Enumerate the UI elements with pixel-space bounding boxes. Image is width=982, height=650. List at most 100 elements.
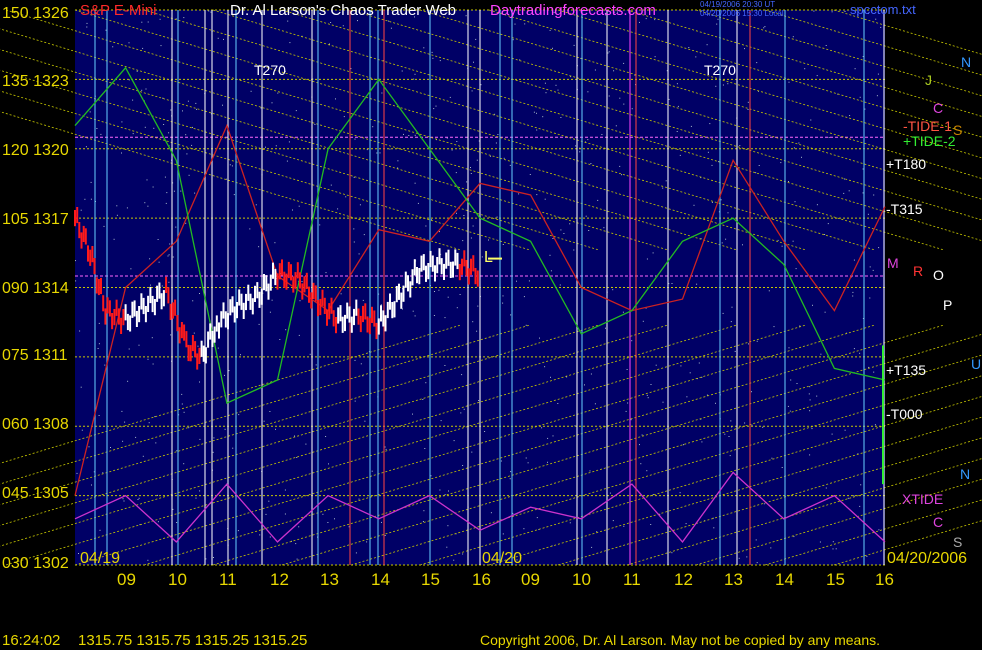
star-dot [141,89,143,91]
star-dot [747,101,749,103]
star-dot [425,225,427,227]
star-dot [98,415,100,416]
star-dot [298,334,300,336]
star-dot [449,96,451,98]
star-dot [849,115,851,116]
star-dot [470,237,472,239]
star-dot [550,270,552,272]
star-dot [763,27,765,29]
star-dot [631,340,633,342]
star-dot [161,285,163,287]
star-dot [423,510,425,512]
star-dot [224,374,225,376]
star-dot [299,300,301,302]
star-dot [585,215,587,217]
star-dot [764,26,766,28]
star-dot [110,447,111,448]
star-dot [328,463,329,465]
star-dot [788,81,790,83]
star-dot [720,199,722,201]
star-dot [542,116,544,118]
star-dot [706,394,708,396]
star-dot [727,212,729,214]
star-dot [545,92,547,94]
star-dot [446,546,448,548]
x-label-12b: 12 [674,570,693,589]
star-dot [560,117,562,118]
y-label-105: 105 1317 [2,211,69,228]
star-dot [579,151,581,153]
star-dot [872,269,874,271]
star-dot [116,214,118,216]
star-dot [502,295,504,297]
x-label-14b: 14 [775,570,794,589]
star-dot [639,21,640,23]
chart-title: Dr. Al Larson's Chaos Trader Web [230,2,457,19]
stamp-line-2: 04/20/2006 15:30 Local [700,9,784,18]
star-dot [224,428,226,430]
star-dot [237,530,239,532]
star-dot [547,461,548,463]
star-dot [440,420,442,422]
star-dot [397,167,399,169]
date-label-full: 04/20/2006 [887,550,968,567]
star-dot [296,558,298,560]
star-dot [447,296,449,298]
star-dot [756,562,758,564]
star-dot [676,83,678,85]
star-dot [222,104,223,106]
star-dot [285,329,287,331]
star-dot [163,124,165,125]
star-dot [147,205,149,207]
star-dot [217,37,219,39]
star-dot [284,513,286,515]
star-dot [432,57,434,59]
star-dot [790,379,792,381]
star-dot [414,315,416,317]
star-dot [96,128,98,129]
star-dot [263,420,265,422]
star-dot [646,470,648,472]
star-dot [709,123,711,125]
x-label-09a: 09 [117,570,136,589]
star-dot [327,522,329,523]
planet-u-1: U [971,356,982,372]
star-dot [603,227,605,229]
star-dot [195,102,197,104]
x-label-11b: 11 [623,570,641,589]
star-dot [533,111,535,113]
planet-p-1: P [943,297,953,313]
star-dot [488,239,489,241]
y-label-090: 090 1314 [2,280,69,297]
star-dot [192,300,194,302]
star-dot [135,436,137,438]
star-dot [176,450,178,452]
star-dot [677,105,679,107]
star-dot [584,384,585,386]
star-dot [605,327,606,329]
star-dot [354,400,356,402]
star-dot [185,134,187,136]
star-dot [831,11,833,13]
star-dot [608,95,610,97]
star-dot [689,372,691,374]
star-dot [798,142,800,144]
star-dot [859,505,861,507]
star-dot [157,239,159,240]
star-dot [168,254,170,256]
star-dot [145,88,147,90]
star-dot [335,98,336,100]
star-dot [509,164,511,166]
y-label-135: 135 1323 [2,73,69,90]
site-link[interactable]: Daytradingforecasts.com [490,2,656,19]
star-dot [832,541,834,543]
star-dot [353,241,355,243]
star-dot [878,247,880,249]
star-dot [471,90,473,92]
star-dot [793,536,795,538]
star-dot [435,105,437,107]
star-dot [121,152,122,154]
planet-c-1: C [933,100,944,116]
star-dot [238,414,240,416]
star-dot [325,436,327,437]
